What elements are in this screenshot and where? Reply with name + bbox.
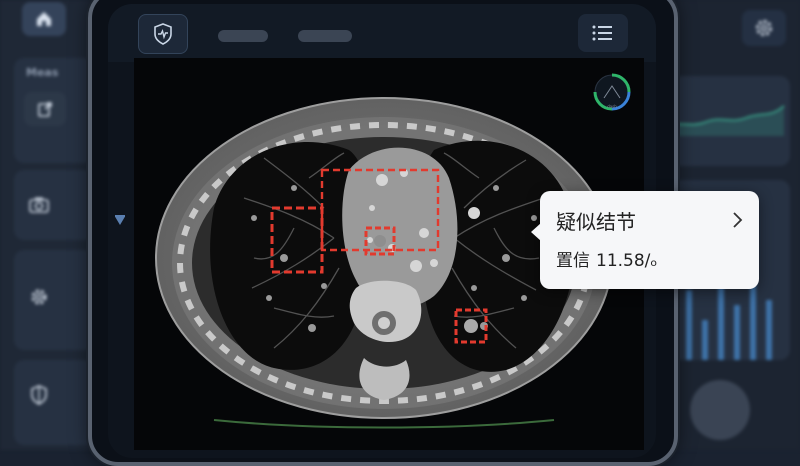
side-marker-icon [115,215,125,225]
nodule-info-popup[interactable]: 疑似结节 置信 11.58/ₒ [531,191,759,289]
shield-icon [31,385,47,405]
popup-title: 疑似结节 [556,210,636,234]
bg-export-button[interactable] [24,92,66,126]
bg-card-label: Meas [26,66,59,79]
bg-shield-button[interactable] [24,380,54,410]
export-icon [38,102,52,117]
bg-trend-sparkline [666,105,785,136]
confidence-value: 11.58/ₒ [596,251,658,271]
bg-settings-button[interactable] [24,282,54,312]
shield-button[interactable] [138,14,188,54]
gear-icon [31,289,47,305]
tab-pill-1[interactable] [218,30,268,42]
menu-button[interactable] [578,14,628,52]
popup-confidence: 置信 11.58/ₒ [556,246,663,271]
bg-home-button[interactable] [22,2,66,36]
shield-heart-icon [154,23,172,45]
app-bar [108,4,656,62]
menu-icon [592,25,612,41]
confidence-label: 置信 [556,251,590,271]
tab-pill-2[interactable] [298,30,352,42]
camera-icon [29,197,49,213]
gauge-label: dash [607,104,617,109]
home-icon [37,12,51,26]
bg-dial [690,380,750,440]
bg-camera-button[interactable] [24,190,54,220]
chevron-right-icon[interactable] [724,207,750,233]
right-lung [210,142,369,370]
gear-icon [756,20,772,36]
bg-gear-button[interactable] [742,10,786,46]
